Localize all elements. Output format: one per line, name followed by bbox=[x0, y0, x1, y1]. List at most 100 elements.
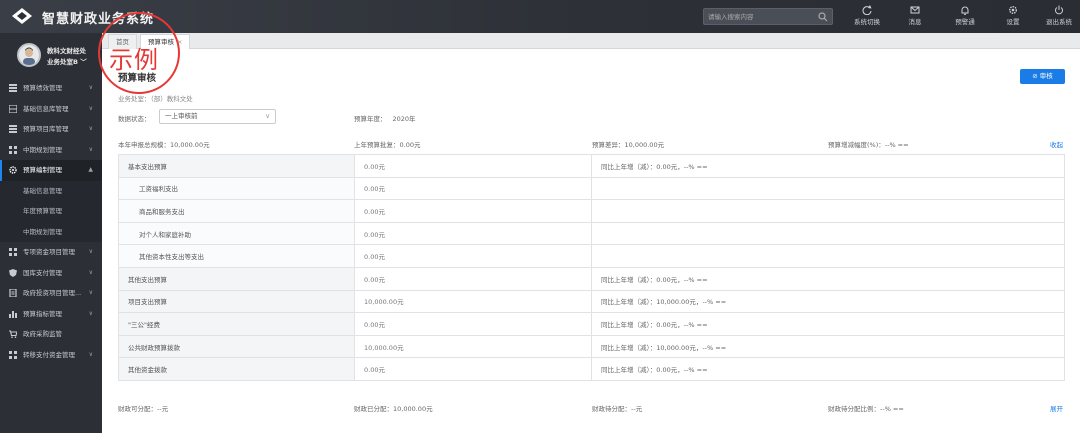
tab-home[interactable]: 首页 bbox=[108, 34, 137, 49]
row-amount: 10,000.00元 bbox=[354, 289, 592, 314]
data-status-label: 数据状态： bbox=[118, 115, 151, 123]
row-amount: 0.00元 bbox=[354, 221, 592, 246]
tab-budget-review[interactable]: 预算审核 × bbox=[140, 34, 191, 49]
sidebar-subitem-basic-info[interactable]: 基础信息管理 bbox=[0, 180, 102, 201]
fiscal-pending-ratio: 财政待分配比例：--% == bbox=[828, 405, 904, 413]
chevron-down-icon: ∨ bbox=[88, 145, 93, 153]
table-row: "三公"经费 0.00元 同比上年增（减）：0.00元，--% == bbox=[118, 312, 1065, 336]
grid-icon bbox=[9, 350, 17, 359]
table-row: 其他资金拨款 0.00元 同比上年增（减）：0.00元，--% == bbox=[118, 357, 1065, 381]
message-button[interactable]: 消息 bbox=[895, 3, 935, 31]
message-icon bbox=[910, 6, 920, 14]
shield-icon bbox=[9, 268, 17, 277]
row-name: 项目支出预算 bbox=[118, 289, 355, 314]
row-amount: 0.00元 bbox=[354, 266, 592, 291]
sidebar-item-mid-term-plan[interactable]: 中期规划管理 ∨ bbox=[0, 140, 102, 161]
row-amount: 0.00元 bbox=[354, 199, 592, 223]
row-compare bbox=[591, 199, 1065, 223]
sidebar-item-transfer-payment[interactable]: 转移支付资金管理 ∨ bbox=[0, 345, 102, 366]
row-name: 对个人和家庭补助 bbox=[118, 221, 355, 246]
user-panel[interactable]: 教科文财经处 业务处室B ﹀ bbox=[0, 33, 102, 76]
bell-icon bbox=[961, 6, 969, 15]
chevron-down-icon: ﹀ bbox=[80, 58, 87, 66]
avatar[interactable] bbox=[17, 43, 41, 67]
logout-button[interactable]: 退出系统 bbox=[1039, 3, 1079, 31]
row-amount: 10,000.00元 bbox=[354, 334, 592, 359]
database-icon bbox=[9, 104, 17, 113]
switch-icon bbox=[862, 5, 872, 15]
row-compare: 同比上年增（减）：0.00元，--% == bbox=[591, 266, 1065, 291]
sidebar-item-project-library[interactable]: 预算项目库管理 ∨ bbox=[0, 119, 102, 140]
sidebar-item-special-funds[interactable]: 专项资金项目管理 ∨ bbox=[0, 242, 102, 263]
table-row: 项目支出预算 10,000.00元 同比上年增（减）：10,000.00元，--% … bbox=[118, 289, 1065, 314]
settings-button[interactable]: 设置 bbox=[993, 3, 1033, 31]
row-compare bbox=[591, 221, 1065, 246]
row-name: 基本支出预算 bbox=[118, 154, 355, 178]
row-amount: 0.00元 bbox=[354, 176, 592, 201]
chevron-down-icon: ∨ bbox=[88, 289, 93, 296]
summary-budget-difference: 预算差异：10,000.00元 bbox=[592, 141, 665, 149]
search-input[interactable] bbox=[704, 9, 814, 24]
close-icon[interactable]: × bbox=[177, 38, 182, 46]
table-row: 其他支出预算 0.00元 同比上年增（减）：0.00元，--% == bbox=[118, 266, 1065, 291]
chevron-down-icon: ∨ bbox=[265, 112, 270, 120]
table-row: 商品和服务支出 0.00元 bbox=[118, 199, 1065, 223]
fiscal-pending: 财政待分配：--元 bbox=[592, 405, 643, 413]
chevron-down-icon: ∨ bbox=[88, 104, 93, 112]
search-icon[interactable] bbox=[818, 12, 828, 22]
document-icon bbox=[9, 289, 17, 297]
sidebar-subitem-mid-term-plan[interactable]: 中期规划管理 bbox=[0, 221, 102, 242]
sidebar-item-budget-indicator[interactable]: 预算指标管理 ∨ bbox=[0, 304, 102, 325]
data-status-select[interactable]: 一上审核前 ∨ bbox=[159, 109, 276, 124]
app-title: 智慧财政业务系统 bbox=[42, 12, 155, 27]
row-compare bbox=[591, 176, 1065, 201]
chevron-down-icon: ∨ bbox=[88, 309, 93, 317]
chevron-up-icon: ▲ bbox=[88, 166, 93, 173]
budget-table: 基本支出预算 0.00元 同比上年增（减）：0.00元，--% == 工资福利支出 0.… bbox=[118, 154, 1065, 381]
grid-icon bbox=[9, 145, 17, 154]
summary-total-scale: 本年申报总规模：10,000.00元 bbox=[118, 141, 210, 149]
chevron-down-icon: ∨ bbox=[88, 125, 93, 132]
logo-icon bbox=[12, 8, 32, 24]
alert-button[interactable]: 预警通 bbox=[945, 3, 985, 31]
sidebar-subitem-annual-budget[interactable]: 年度预算管理 bbox=[0, 201, 102, 222]
sidebar-item-basic-info[interactable]: 基础信息库管理 ∨ bbox=[0, 99, 102, 120]
row-compare: 同比上年增（减）：0.00元，--% == bbox=[591, 312, 1065, 336]
table-row: 公共财政预算拨款 10,000.00元 同比上年增（减）：10,000.00元，--… bbox=[118, 334, 1065, 359]
search-box[interactable] bbox=[703, 8, 833, 25]
gear-icon bbox=[1009, 6, 1017, 14]
list-icon bbox=[9, 84, 17, 92]
sidebar-item-gov-investment[interactable]: 政府投资项目管理... ∨ bbox=[0, 283, 102, 304]
approve-button[interactable]: ⊘ 审核 bbox=[1020, 69, 1065, 84]
main-content: 预算审核 ⊘ 审核 业务处室：（部）教科文处 数据状态： 一上审核前 ∨ 预算年… bbox=[102, 49, 1080, 433]
user-dept[interactable]: 业务处室B ﹀ bbox=[47, 56, 87, 66]
collapse-link[interactable]: 收起 bbox=[1050, 139, 1063, 149]
row-compare: 同比上年增（减）：10,000.00元，--% == bbox=[591, 334, 1065, 359]
bar-chart-icon bbox=[9, 310, 17, 318]
sidebar-item-budget-compilation[interactable]: 预算编制管理 ▲ bbox=[0, 160, 102, 181]
user-avatar-icon bbox=[23, 47, 35, 65]
fiscal-allocated: 财政已分配：10,000.00元 bbox=[354, 405, 433, 413]
table-row: 对个人和家庭补助 0.00元 bbox=[118, 221, 1065, 246]
expand-link[interactable]: 展开 bbox=[1050, 403, 1063, 413]
row-name: 商品和服务支出 bbox=[118, 199, 355, 223]
row-amount: 0.00元 bbox=[354, 244, 592, 268]
system-switch-button[interactable]: 系统切换 bbox=[847, 3, 887, 31]
row-amount: 0.00元 bbox=[354, 312, 592, 336]
cart-icon bbox=[9, 330, 17, 338]
table-row: 工资福利支出 0.00元 bbox=[118, 176, 1065, 201]
chevron-down-icon: ∨ bbox=[88, 84, 93, 91]
tool-label: 系统切换 bbox=[854, 18, 880, 26]
sidebar-item-procurement[interactable]: 政府采购监管 bbox=[0, 324, 102, 345]
sidebar-item-performance[interactable]: 预算绩效管理 ∨ bbox=[0, 78, 102, 99]
row-name: 其他支出预算 bbox=[118, 266, 355, 291]
table-row: 基本支出预算 0.00元 同比上年增（减）：0.00元，--% == bbox=[118, 154, 1065, 178]
sidebar-item-treasury-payment[interactable]: 国库支付管理 ∨ bbox=[0, 263, 102, 284]
chevron-down-icon: ∨ bbox=[88, 350, 93, 358]
gear-icon bbox=[9, 166, 17, 174]
summary-last-year-approval: 上年预算批复：0.00元 bbox=[354, 141, 421, 149]
budget-year-label: 预算年度： 2020年 bbox=[354, 115, 416, 123]
row-compare bbox=[591, 244, 1065, 268]
sidebar: 教科文财经处 业务处室B ﹀ 预算绩效管理 ∨ 基础信息库管理 ∨ 预算项目库管理 ∨… bbox=[0, 33, 102, 433]
row-amount: 0.00元 bbox=[354, 154, 592, 178]
